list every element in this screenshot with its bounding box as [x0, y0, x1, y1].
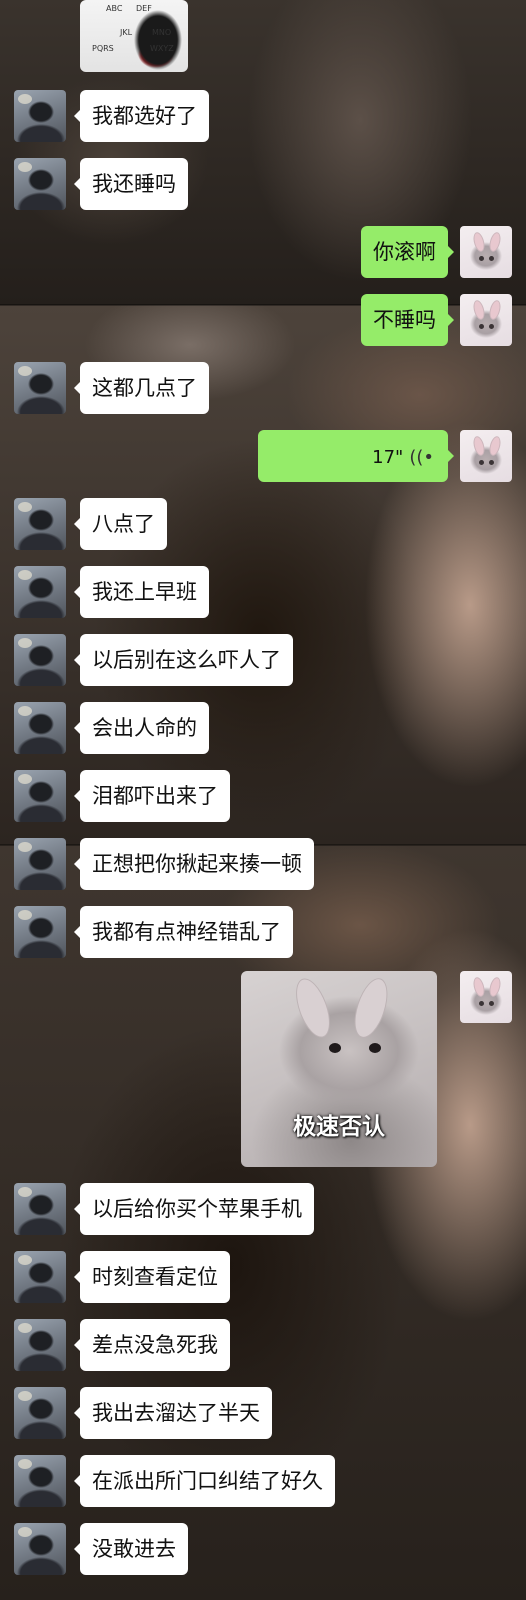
voice-message-bubble[interactable]: 17" ((• — [258, 430, 454, 482]
sticker-caption: 极速否认 — [293, 1114, 385, 1140]
contact-avatar[interactable] — [14, 362, 66, 414]
message-bubble[interactable]: 八点了 — [74, 498, 167, 550]
message-bubble[interactable]: 你滚啊 — [361, 226, 454, 278]
message-bubble[interactable]: 我还上早班 — [74, 566, 209, 618]
message-row: 我出去溜达了半天 — [0, 1387, 526, 1443]
message-bubble[interactable]: 时刻查看定位 — [74, 1251, 230, 1303]
message-bubble[interactable]: 我都有点神经错乱了 — [74, 906, 293, 958]
message-bubble[interactable]: 以后别在这么吓人了 — [74, 634, 293, 686]
sticker-image[interactable]: 极速否认 — [241, 971, 437, 1167]
contact-avatar[interactable] — [14, 634, 66, 686]
message-row: 会出人命的 — [0, 702, 526, 758]
message-row: 不睡吗 — [0, 294, 526, 350]
contact-avatar[interactable] — [14, 1523, 66, 1575]
contact-avatar[interactable] — [14, 702, 66, 754]
message-bubble[interactable]: 我都选好了 — [74, 90, 209, 142]
message-bubble[interactable]: 以后给你买个苹果手机 — [74, 1183, 314, 1235]
message-row: 没敢进去 — [0, 1523, 526, 1579]
my-avatar[interactable] — [460, 430, 512, 482]
key-label: MNO — [152, 28, 172, 37]
key-label: PQRS — [92, 44, 114, 53]
contact-avatar[interactable] — [14, 838, 66, 890]
message-row: 八点了 — [0, 498, 526, 554]
my-avatar[interactable] — [460, 971, 512, 1023]
contact-avatar[interactable] — [14, 906, 66, 958]
message-row: 以后给你买个苹果手机 — [0, 1183, 526, 1239]
contact-avatar[interactable] — [14, 1251, 66, 1303]
message-row: 泪都吓出来了 — [0, 770, 526, 826]
my-avatar[interactable] — [460, 226, 512, 278]
message-bubble[interactable]: 差点没急死我 — [74, 1319, 230, 1371]
key-label: JKL — [120, 28, 133, 37]
message-row: 我都有点神经错乱了 — [0, 906, 526, 962]
contact-avatar[interactable] — [14, 1455, 66, 1507]
contact-avatar[interactable] — [14, 1183, 66, 1235]
contact-avatar[interactable] — [14, 770, 66, 822]
message-row: 这都几点了 — [0, 362, 526, 418]
message-row: 我都选好了 — [0, 90, 526, 146]
message-row: 我还上早班 — [0, 566, 526, 622]
shared-image[interactable]: ABC DEF JKL MNO PQRS WXYZ — [80, 0, 188, 72]
voice-duration: 17" — [372, 447, 404, 468]
key-label: WXYZ — [150, 44, 174, 53]
message-bubble[interactable]: 会出人命的 — [74, 702, 209, 754]
message-row: 在派出所门口纠结了好久 — [0, 1455, 526, 1511]
message-bubble[interactable]: 正想把你揪起来揍一顿 — [74, 838, 314, 890]
message-bubble[interactable]: 没敢进去 — [74, 1523, 188, 1575]
contact-avatar[interactable] — [14, 1319, 66, 1371]
message-row: 差点没急死我 — [0, 1319, 526, 1375]
contact-avatar[interactable] — [14, 158, 66, 210]
voice-wave-icon: ((• — [409, 447, 434, 468]
message-row: 正想把你揪起来揍一顿 — [0, 838, 526, 894]
key-label: ABC — [106, 4, 123, 13]
message-bubble[interactable]: 我还睡吗 — [74, 158, 188, 210]
message-row: 以后别在这么吓人了 — [0, 634, 526, 690]
message-bubble[interactable]: 泪都吓出来了 — [74, 770, 230, 822]
message-row: 17" ((• — [0, 430, 526, 486]
message-bubble[interactable]: 不睡吗 — [361, 294, 454, 346]
contact-avatar[interactable] — [14, 498, 66, 550]
message-row: 我还睡吗 — [0, 158, 526, 214]
contact-avatar[interactable] — [14, 1387, 66, 1439]
message-row: 时刻查看定位 — [0, 1251, 526, 1307]
message-row: 你滚啊 — [0, 226, 526, 282]
contact-avatar[interactable] — [14, 90, 66, 142]
contact-avatar[interactable] — [14, 566, 66, 618]
key-label: DEF — [136, 4, 152, 13]
my-avatar[interactable] — [460, 294, 512, 346]
message-bubble[interactable]: 我出去溜达了半天 — [74, 1387, 272, 1439]
message-bubble[interactable]: 在派出所门口纠结了好久 — [74, 1455, 335, 1507]
message-bubble[interactable]: 这都几点了 — [74, 362, 209, 414]
